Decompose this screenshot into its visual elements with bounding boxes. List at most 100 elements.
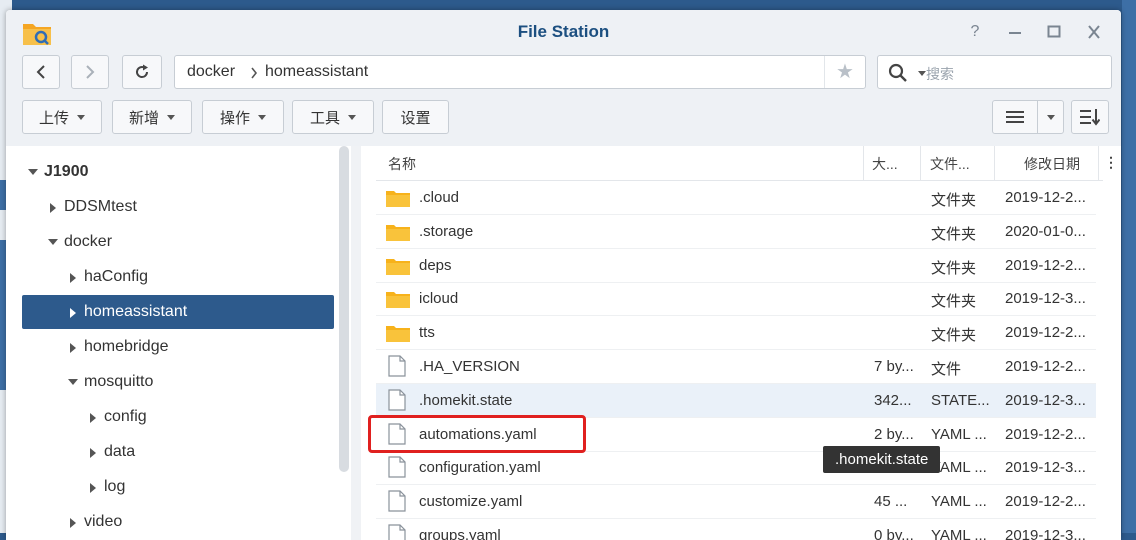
column-name[interactable]: 名称: [388, 154, 416, 174]
path-separator-icon: [251, 67, 258, 79]
maximize-icon[interactable]: [1043, 22, 1065, 42]
file-size: 342...: [874, 391, 912, 409]
file-row[interactable]: groups.yaml 0 by... YAML ... 2019-12-3...: [376, 519, 1096, 540]
file-type: YAML ...: [931, 527, 987, 540]
help-icon[interactable]: ?: [964, 22, 986, 42]
action-button[interactable]: 操作: [202, 100, 284, 134]
file-modified: 2019-12-3...: [1005, 290, 1086, 308]
filename-tooltip: .homekit.state: [823, 446, 941, 473]
folder-icon: [386, 224, 410, 241]
file-type: 文件夹: [931, 192, 977, 209]
list-view-icon: [1006, 111, 1024, 123]
tree-item-homeassistant[interactable]: homeassistant: [22, 295, 334, 329]
folder-icon: [386, 258, 410, 275]
chevron-down-icon: [1046, 114, 1055, 120]
tree-item-log[interactable]: log: [22, 470, 334, 504]
tree-root[interactable]: J1900: [22, 155, 334, 189]
file-station-window: File Station ? docker homeassistant ★ 搜索…: [6, 10, 1121, 540]
file-row[interactable]: tts 文件夹 2019-12-2...: [376, 316, 1096, 351]
file-modified: 2019-12-2...: [1005, 189, 1086, 206]
search-placeholder: 搜索: [926, 66, 954, 82]
pane-divider[interactable]: [351, 146, 361, 540]
tree-scrollbar[interactable]: [339, 146, 349, 472]
file-size: 45 ...: [874, 493, 908, 511]
file-name: configuration.yaml: [419, 459, 541, 477]
highlight-box: [368, 415, 586, 453]
forward-button[interactable]: [71, 55, 109, 89]
file-type: YAML ...: [931, 425, 987, 443]
file-row[interactable]: configuration.yaml2.5 ...YAML ...2019-12…: [376, 451, 1096, 486]
file-icon: [388, 389, 406, 411]
tree-item-config[interactable]: config: [22, 400, 334, 434]
desktop-background-right: [1122, 0, 1136, 533]
view-options-button[interactable]: [1037, 100, 1064, 134]
tree-item-haconfig[interactable]: haConfig: [22, 260, 334, 294]
chevron-left-icon: [36, 65, 45, 79]
search-icon[interactable]: [888, 63, 908, 83]
column-size[interactable]: 大...: [872, 154, 898, 174]
file-list: 名称 大... 文件... 修改日期 ⋮ .cloud 文件夹 2019-12-2.…: [361, 146, 1121, 540]
file-type: 文件夹: [931, 327, 977, 345]
file-modified: 2019-12-2...: [1005, 324, 1086, 342]
tree-item-data[interactable]: data: [22, 435, 334, 469]
file-modified: 2019-12-3...: [1005, 527, 1086, 540]
sort-button[interactable]: [1071, 100, 1109, 134]
file-name: customize.yaml: [419, 493, 523, 511]
search-input[interactable]: 搜索: [877, 55, 1112, 89]
file-name: icloud: [419, 290, 459, 308]
file-icon: [388, 355, 406, 377]
tree-item-mosquitto[interactable]: mosquitto: [22, 365, 334, 399]
file-name: .HA_VERSION: [419, 358, 520, 375]
back-button[interactable]: [22, 55, 60, 89]
tree-item-homebridge[interactable]: homebridge: [22, 330, 334, 364]
sort-icon: [1080, 109, 1100, 126]
close-icon[interactable]: [1083, 22, 1105, 42]
file-icon: [388, 490, 406, 512]
tree-item-ddsmtest[interactable]: DDSMtest: [22, 190, 334, 224]
file-modified: 2019-12-2...: [1005, 358, 1086, 375]
search-options-chevron-icon[interactable]: [918, 71, 926, 76]
file-row[interactable]: icloud 文件夹 2019-12-3...: [376, 282, 1096, 317]
favorite-star-icon[interactable]: ★: [824, 56, 865, 88]
list-view-button[interactable]: [992, 100, 1038, 134]
minimize-icon[interactable]: [1004, 22, 1026, 42]
refresh-icon: [136, 64, 149, 78]
file-size: 2 by...: [874, 425, 914, 443]
path-bar[interactable]: docker homeassistant ★: [174, 55, 866, 89]
settings-button[interactable]: 设置: [382, 100, 449, 134]
file-name: groups.yaml: [419, 527, 501, 540]
file-name: deps: [419, 256, 452, 274]
path-segment-homeassistant[interactable]: homeassistant: [265, 63, 368, 81]
folder-icon: [386, 292, 410, 309]
file-list-scrollbar[interactable]: [1103, 180, 1111, 540]
file-modified: 2019-12-3...: [1005, 459, 1086, 477]
file-row[interactable]: .HA_VERSION 7 by... 文件 2019-12-2...: [376, 350, 1096, 384]
file-modified: 2019-12-2...: [1005, 256, 1086, 274]
file-modified: 2019-12-3...: [1005, 391, 1086, 409]
file-type: STATE...: [931, 391, 990, 409]
path-segment-docker[interactable]: docker: [187, 63, 235, 81]
file-name: tts: [419, 324, 435, 342]
file-row[interactable]: deps 文件夹 2019-12-2...: [376, 249, 1096, 283]
column-modified[interactable]: 修改日期: [1024, 154, 1080, 174]
file-type: 文件: [931, 361, 962, 378]
file-modified: 2019-12-2...: [1005, 493, 1086, 511]
tools-button[interactable]: 工具: [292, 100, 374, 134]
column-options-icon[interactable]: ⋮: [1104, 154, 1118, 171]
folder-tree: J1900 DDSMtest docker haConfig homeassis…: [6, 146, 351, 540]
file-row[interactable]: customize.yaml 45 ... YAML ... 2019-12-2...: [376, 485, 1096, 520]
file-icon: [388, 456, 406, 478]
file-row[interactable]: .storage 文件夹 2020-01-0...: [376, 215, 1096, 249]
file-type: 文件夹: [931, 293, 977, 311]
file-row[interactable]: .homekit.state 342... STATE... 2019-12-3...: [376, 383, 1096, 418]
refresh-button[interactable]: [122, 55, 162, 89]
file-row[interactable]: .cloud 文件夹 2019-12-2...: [376, 181, 1096, 215]
tree-item-video[interactable]: video: [22, 505, 334, 539]
column-type[interactable]: 文件...: [930, 154, 970, 174]
create-button[interactable]: 新增: [112, 100, 192, 134]
titlebar: File Station ?: [6, 10, 1121, 54]
tree-item-docker[interactable]: docker: [22, 225, 334, 259]
file-name: .cloud: [419, 189, 460, 206]
upload-button[interactable]: 上传: [22, 100, 102, 134]
action-toolbar: 上传 新增 操作 工具 设置: [6, 98, 1121, 146]
